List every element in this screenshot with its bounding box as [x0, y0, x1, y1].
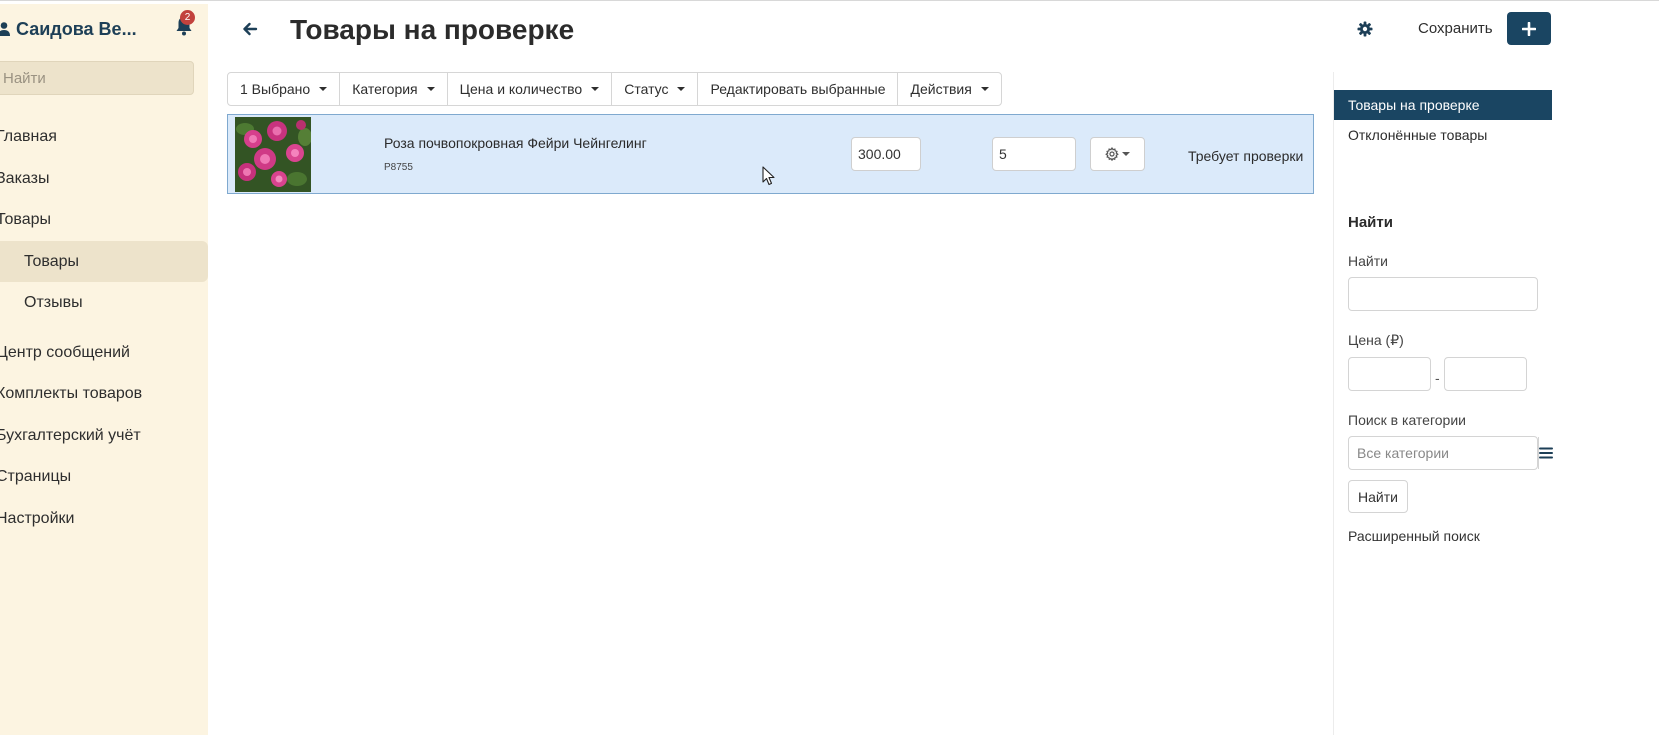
user-icon — [0, 22, 10, 36]
edit-selected-label: Редактировать выбранные — [710, 81, 886, 97]
user-name: Саидова Ве... — [16, 18, 137, 39]
category-input[interactable] — [1349, 437, 1538, 469]
plus-icon — [1522, 21, 1536, 36]
caret-down-icon — [426, 87, 435, 91]
tab-rejected-products[interactable]: Отклонённые товары — [1334, 120, 1552, 150]
category-search-label: Поиск в категории — [1348, 412, 1466, 428]
search-input[interactable] — [1348, 277, 1538, 311]
sidebar-nav: Главная Заказы Товары Товары Отзывы Цент… — [0, 116, 208, 539]
search-label: Найти — [1348, 253, 1388, 269]
save-button[interactable]: Сохранить — [1418, 20, 1493, 37]
caret-down-icon — [319, 87, 328, 91]
actions-dropdown[interactable]: Действия — [898, 73, 1000, 105]
mouse-cursor-icon — [762, 166, 775, 186]
product-thumbnail[interactable] — [235, 117, 311, 192]
edit-selected-button[interactable]: Редактировать выбранные — [698, 73, 899, 105]
right-panel: Товары на проверке Отклонённые товары На… — [1333, 72, 1659, 735]
category-picker — [1348, 436, 1553, 470]
gear-icon — [1105, 147, 1119, 161]
sidebar: Саидова Ве... 2 Главная Заказы Товары То… — [0, 4, 208, 735]
sidebar-item-orders[interactable]: Заказы — [0, 158, 208, 200]
search-heading: Найти — [1348, 214, 1393, 231]
caret-down-icon — [591, 87, 600, 91]
sidebar-item-pages[interactable]: Страницы — [0, 456, 208, 498]
price-to-input[interactable] — [1444, 357, 1527, 391]
top-border — [0, 0, 1659, 4]
sidebar-search — [0, 61, 202, 95]
category-label: Категория — [352, 81, 418, 97]
category-dropdown[interactable]: Категория — [340, 73, 448, 105]
caret-down-icon — [677, 87, 686, 91]
tab-pending-products[interactable]: Товары на проверке — [1334, 90, 1552, 120]
sidebar-subitem-reviews[interactable]: Отзывы — [0, 282, 208, 324]
selected-dropdown[interactable]: 1 Выбрано — [228, 73, 341, 105]
sidebar-item-bundles[interactable]: Комплекты товаров — [0, 373, 208, 415]
advanced-search-link[interactable]: Расширенный поиск — [1348, 528, 1480, 544]
product-name[interactable]: Роза почвопокровная Фейри Чейнгелинг — [384, 135, 647, 151]
arrow-left-icon[interactable] — [242, 21, 258, 37]
sidebar-item-accounting[interactable]: Бухгалтерский учёт — [0, 415, 208, 457]
add-button[interactable] — [1507, 12, 1551, 45]
caret-down-icon — [1122, 152, 1130, 156]
price-qty-label: Цена и количество — [459, 81, 583, 97]
page-title: Товары на проверке — [290, 14, 575, 45]
price-label: Цена (₽) — [1348, 332, 1404, 348]
list-icon — [1539, 447, 1553, 459]
price-input[interactable] — [851, 137, 921, 171]
price-range-dash: - — [1435, 370, 1440, 386]
caret-down-icon — [980, 87, 989, 91]
category-list-button[interactable] — [1538, 437, 1553, 469]
user-menu[interactable]: Саидова Ве... — [0, 18, 137, 40]
sidebar-item-settings[interactable]: Настройки — [0, 498, 208, 540]
price-qty-dropdown[interactable]: Цена и количество — [448, 73, 613, 105]
product-status: Требует проверки — [1188, 148, 1304, 164]
nav-gap — [0, 324, 208, 332]
find-button[interactable]: Найти — [1348, 480, 1408, 513]
status-label: Статус — [624, 81, 669, 97]
price-from-input[interactable] — [1348, 357, 1431, 391]
sidebar-subitem-products[interactable]: Товары — [0, 240, 208, 282]
sidebar-item-home[interactable]: Главная — [0, 116, 208, 158]
sidebar-item-products[interactable]: Товары — [0, 199, 208, 241]
notification-badge: 2 — [180, 10, 195, 25]
sidebar-item-message-center[interactable]: Центр сообщений — [0, 332, 208, 374]
selected-label: 1 Выбрано — [240, 81, 311, 97]
status-dropdown[interactable]: Статус — [612, 73, 699, 105]
bulk-toolbar: 1 Выбрано Категория Цена и количество Ст… — [227, 72, 1002, 106]
product-code: P8755 — [384, 162, 413, 173]
quantity-input[interactable] — [992, 137, 1076, 171]
row-settings-dropdown[interactable] — [1090, 137, 1145, 171]
gear-icon[interactable] — [1357, 21, 1373, 37]
sidebar-search-input[interactable] — [0, 62, 202, 94]
actions-label: Действия — [910, 81, 972, 97]
